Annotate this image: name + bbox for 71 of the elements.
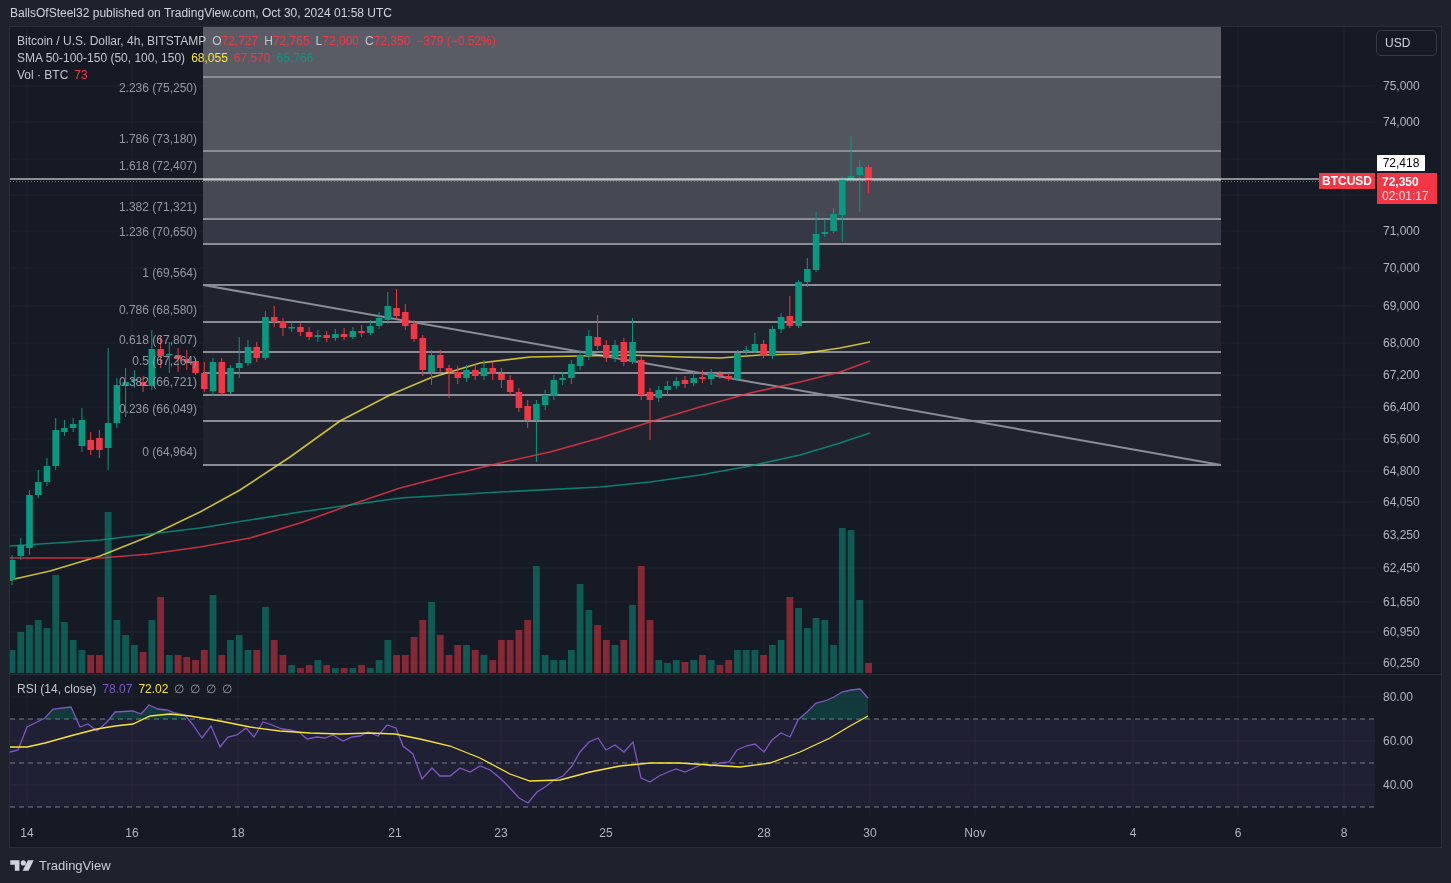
time-tick-label: 18	[231, 825, 245, 841]
indicator-value: 72.02	[138, 681, 169, 697]
logo-icon	[10, 859, 34, 872]
ohlc-key: L	[315, 33, 323, 50]
price-tick-label: 71,000	[1383, 223, 1420, 239]
empty-value: ∅	[206, 681, 217, 697]
fib-level-label: 1.786 (73,180)	[118, 132, 197, 146]
price-tick-label: 75,000	[1383, 78, 1420, 94]
indicator-name: Vol · BTC	[17, 67, 69, 84]
rsi-tick-label: 60.00	[1383, 733, 1414, 749]
price-tick-label: 64,050	[1383, 494, 1420, 510]
price-tick-label: 74,000	[1383, 114, 1420, 130]
price-tick-label: 70,000	[1383, 260, 1420, 276]
last-price-value: 72,350	[1382, 174, 1420, 189]
countdown-timer: 02:01:17	[1382, 188, 1430, 203]
indicator-value: 67,570	[233, 50, 271, 67]
fib-level-label: 1.236 (70,650)	[118, 225, 197, 239]
price-tick-label: 64,800	[1383, 463, 1420, 479]
price-tick-label: 68,000	[1383, 335, 1420, 351]
fib-level-label: 0 (64,964)	[142, 445, 197, 459]
empty-value: ∅	[174, 681, 185, 697]
price-tick-label: 69,000	[1383, 298, 1420, 314]
ohlc-key: H	[264, 33, 273, 50]
time-tick-label: 25	[599, 825, 613, 841]
price-tick-label: 65,600	[1383, 431, 1420, 447]
price-tick-label: 66,400	[1383, 399, 1420, 415]
ohlc-value: 72,000	[322, 33, 359, 50]
ohlc-key: C	[365, 33, 374, 50]
time-tick-label: 6	[1234, 825, 1242, 841]
fib-level-label: 2.236 (75,250)	[118, 81, 197, 95]
price-tick-label: 63,250	[1383, 527, 1420, 543]
fib-level-label: 1 (69,564)	[142, 266, 197, 280]
ohlc-value: 72,765	[272, 33, 310, 50]
fib-level-label: 1.618 (72,407)	[118, 159, 197, 173]
fib-level-label: 1.382 (71,321)	[118, 200, 197, 214]
rsi-tick-label: 80.00	[1383, 689, 1414, 705]
indicator-value: 73	[74, 67, 88, 84]
time-tick-label: 23	[494, 825, 508, 841]
empty-value: ∅	[190, 681, 201, 697]
indicator-name: SMA 50-100-150 (50, 100, 150)	[17, 50, 186, 67]
time-tick-label: 8	[1340, 825, 1348, 841]
indicator-value: 65,766	[276, 50, 314, 67]
attribution-text: BallsOfSteel32 published on TradingView.com, Oct 30, 2024 01:58 UTC	[10, 5, 392, 22]
time-tick-label: Nov	[964, 825, 986, 841]
ohlc-key: O	[212, 33, 222, 50]
indicator-name: RSI (14, close)	[17, 681, 97, 697]
overbought-fill	[799, 689, 868, 719]
time-tick-label: 30	[863, 825, 877, 841]
symbol-title: Bitcoin / U.S. Dollar, 4h, BITSTAMP	[17, 33, 207, 50]
price-tick-label: 60,250	[1383, 655, 1420, 671]
ohlc-value: 72,350	[373, 33, 411, 50]
change-value: −379 (−0.52%)	[416, 33, 496, 50]
price-tick-label: 61,650	[1383, 594, 1420, 610]
fib-level-label: 0.786 (68,580)	[118, 303, 197, 317]
price-tick-label: 62,450	[1383, 560, 1420, 576]
time-tick-label: 28	[757, 825, 771, 841]
price-tick-label: 67,200	[1383, 367, 1420, 383]
price-tick-label: 60,950	[1383, 624, 1420, 640]
rsi-tick-label: 40.00	[1383, 777, 1414, 793]
ohlc-value: 72,727	[221, 33, 259, 50]
time-tick-label: 16	[125, 825, 139, 841]
symbol-tag: BTCUSD	[1319, 173, 1375, 189]
time-tick-label: 4	[1129, 825, 1137, 841]
empty-value: ∅	[222, 681, 233, 697]
indicator-value: 78.07	[102, 681, 133, 697]
time-tick-label: 14	[20, 825, 34, 841]
indicator-value: 68,055	[191, 50, 228, 67]
brand-name: TradingView	[39, 856, 111, 875]
price-label: 72,418	[1377, 155, 1425, 171]
time-tick-label: 21	[388, 825, 402, 841]
currency-button[interactable]: USD	[1376, 30, 1437, 56]
